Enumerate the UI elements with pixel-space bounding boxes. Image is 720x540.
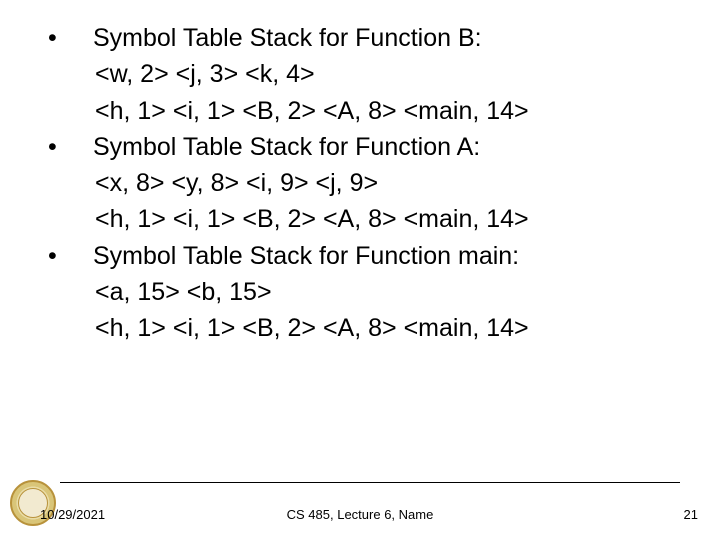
bullet-line: <a, 15> <b, 15> bbox=[40, 274, 690, 310]
bullet-line: <w, 2> <j, 3> <k, 4> bbox=[40, 56, 690, 92]
bullet-line: <h, 1> <i, 1> <B, 2> <A, 8> <main, 14> bbox=[40, 93, 690, 129]
footer-divider bbox=[60, 482, 680, 483]
slide-footer: 10/29/2021 CS 485, Lecture 6, Name 21 bbox=[0, 482, 720, 522]
bullet-line: <x, 8> <y, 8> <i, 9> <j, 9> bbox=[40, 165, 690, 201]
bullet-item: • Symbol Table Stack for Function A: bbox=[40, 129, 690, 165]
footer-page-number: 21 bbox=[684, 507, 698, 522]
footer-center: CS 485, Lecture 6, Name bbox=[0, 507, 720, 522]
bullet-marker: • bbox=[40, 20, 93, 56]
bullet-line: <h, 1> <i, 1> <B, 2> <A, 8> <main, 14> bbox=[40, 310, 690, 346]
bullet-item: • Symbol Table Stack for Function B: bbox=[40, 20, 690, 56]
bullet-line: <h, 1> <i, 1> <B, 2> <A, 8> <main, 14> bbox=[40, 201, 690, 237]
bullet-head: Symbol Table Stack for Function main: bbox=[93, 238, 690, 274]
bullet-head: Symbol Table Stack for Function B: bbox=[93, 20, 690, 56]
bullet-marker: • bbox=[40, 238, 93, 274]
bullet-item: • Symbol Table Stack for Function main: bbox=[40, 238, 690, 274]
slide: • Symbol Table Stack for Function B: <w,… bbox=[0, 0, 720, 540]
bullet-head: Symbol Table Stack for Function A: bbox=[93, 129, 690, 165]
slide-body: • Symbol Table Stack for Function B: <w,… bbox=[40, 20, 690, 346]
bullet-marker: • bbox=[40, 129, 93, 165]
